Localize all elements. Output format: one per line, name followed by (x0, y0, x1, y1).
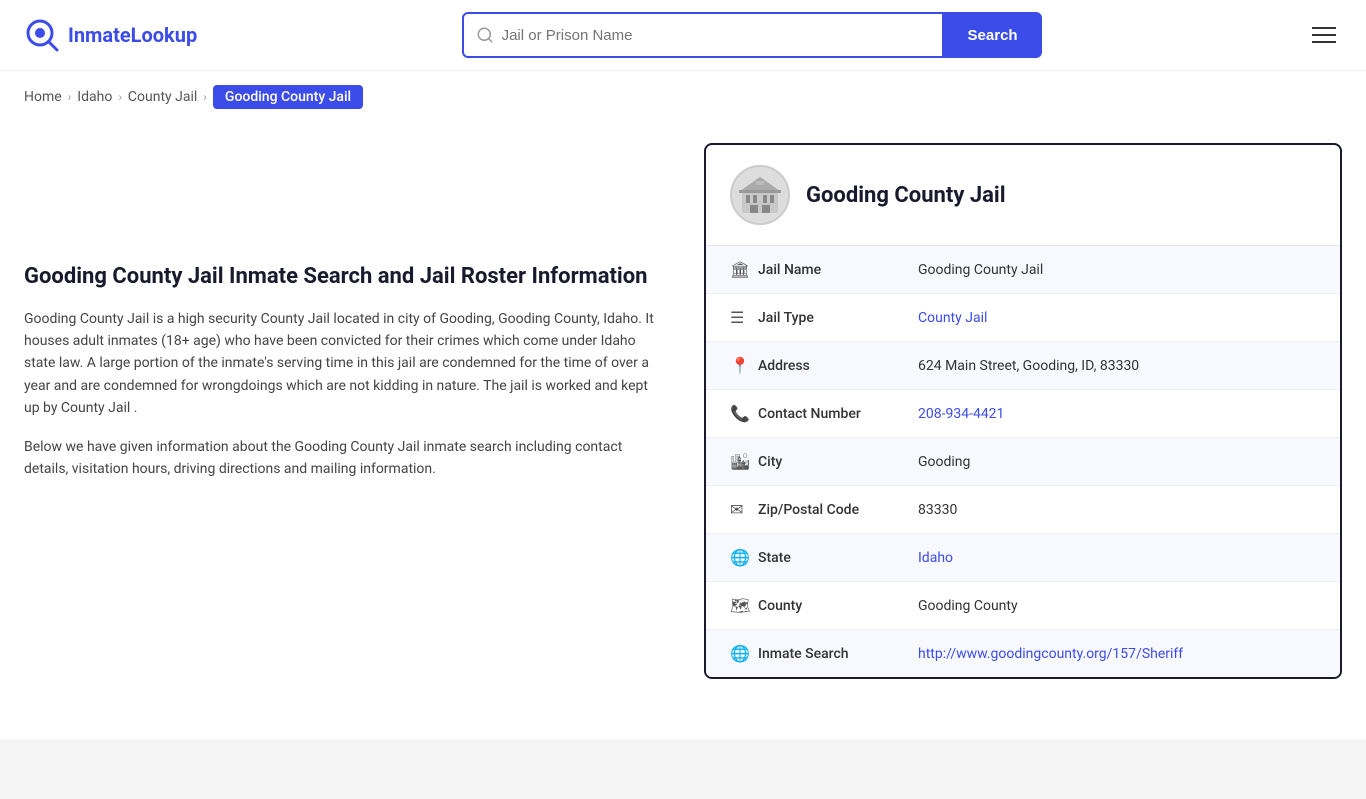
county-value: Gooding County (918, 598, 1316, 614)
header: InmateLookup Search (0, 0, 1366, 71)
city-value: Gooding (918, 454, 1316, 470)
zip-label: Zip/Postal Code (758, 502, 918, 518)
jail-type-icon: ☰ (730, 308, 758, 327)
zip-icon: ✉ (730, 500, 758, 519)
description-para-2: Below we have given information about th… (24, 436, 664, 481)
jail-name-value: Gooding County Jail (918, 262, 1316, 278)
web-icon: 🌐 (730, 644, 758, 663)
left-column: Gooding County Jail Inmate Search and Ja… (24, 143, 664, 679)
info-row-jail-type: ☰ Jail Type County Jail (706, 294, 1340, 342)
state-link[interactable]: Idaho (918, 550, 953, 566)
info-row-city: 🏙 City Gooding (706, 438, 1340, 486)
phone-link[interactable]: 208-934-4421 (918, 406, 1004, 422)
info-card: Gooding County Jail 🏛 Jail Name Gooding … (704, 143, 1342, 679)
jail-name-icon: 🏛 (730, 260, 758, 279)
info-row-state: 🌐 State Idaho (706, 534, 1340, 582)
jail-name-label: Jail Name (758, 262, 918, 278)
info-row-inmate-search: 🌐 Inmate Search http://www.goodingcounty… (706, 630, 1340, 677)
jail-type-value: County Jail (918, 310, 1316, 326)
hamburger-line-3 (1312, 41, 1336, 43)
card-header: Gooding County Jail (706, 145, 1340, 246)
chevron-icon-2: › (118, 90, 122, 104)
chevron-icon-1: › (68, 90, 72, 104)
hamburger-line-2 (1312, 34, 1336, 36)
contact-value: 208-934-4421 (918, 406, 1316, 422)
search-bar: Search (462, 12, 1042, 58)
info-row-jail-name: 🏛 Jail Name Gooding County Jail (706, 246, 1340, 294)
county-icon: 🗺 (730, 596, 758, 615)
city-label: City (758, 454, 918, 470)
info-row-county: 🗺 County Gooding County (706, 582, 1340, 630)
city-icon: 🏙 (730, 452, 758, 471)
jail-type-link[interactable]: County Jail (918, 310, 987, 326)
breadcrumb-county-jail[interactable]: County Jail (128, 89, 197, 105)
state-value: Idaho (918, 550, 1316, 566)
search-input[interactable] (502, 27, 930, 44)
info-row-zip: ✉ Zip/Postal Code 83330 (706, 486, 1340, 534)
description-para-1: Gooding County Jail is a high security C… (24, 308, 664, 420)
inmate-search-label: Inmate Search (758, 646, 918, 662)
search-input-wrapper (462, 12, 944, 58)
phone-icon: 📞 (730, 404, 758, 423)
zip-value: 83330 (918, 502, 1316, 518)
logo-icon (24, 17, 60, 53)
info-row-contact: 📞 Contact Number 208-934-4421 (706, 390, 1340, 438)
contact-label: Contact Number (758, 406, 918, 422)
courthouse-icon (736, 171, 784, 219)
breadcrumb-home[interactable]: Home (24, 89, 62, 105)
breadcrumb-idaho[interactable]: Idaho (77, 89, 112, 105)
breadcrumb-current: Gooding County Jail (213, 85, 363, 109)
search-icon (476, 26, 494, 44)
search-button[interactable]: Search (944, 12, 1042, 58)
breadcrumb: Home › Idaho › County Jail › Gooding Cou… (0, 71, 1366, 123)
county-label: County (758, 598, 918, 614)
menu-button[interactable] (1306, 21, 1342, 49)
address-label: Address (758, 358, 918, 374)
card-title: Gooding County Jail (806, 183, 1006, 208)
address-icon: 📍 (730, 356, 758, 375)
chevron-icon-3: › (203, 90, 207, 104)
jail-avatar (730, 165, 790, 225)
inmate-search-link[interactable]: http://www.goodingcounty.org/157/Sheriff (918, 646, 1183, 662)
footer (0, 739, 1366, 799)
logo-link[interactable]: InmateLookup (24, 17, 197, 53)
state-label: State (758, 550, 918, 566)
info-row-address: 📍 Address 624 Main Street, Gooding, ID, … (706, 342, 1340, 390)
logo-text: InmateLookup (68, 23, 197, 47)
hamburger-line-1 (1312, 27, 1336, 29)
main-content: Gooding County Jail Inmate Search and Ja… (0, 123, 1366, 719)
jail-type-label: Jail Type (758, 310, 918, 326)
address-value: 624 Main Street, Gooding, ID, 83330 (918, 358, 1316, 374)
inmate-search-value: http://www.goodingcounty.org/157/Sheriff (918, 646, 1316, 662)
page-title: Gooding County Jail Inmate Search and Ja… (24, 263, 664, 292)
state-icon: 🌐 (730, 548, 758, 567)
